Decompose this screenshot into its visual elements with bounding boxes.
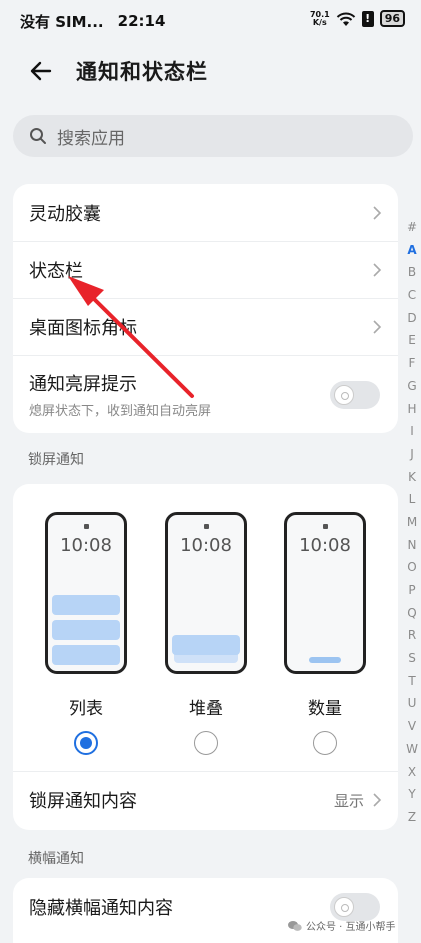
radio-list[interactable]: [74, 731, 98, 755]
phone-preview-stack[interactable]: 10:08: [165, 512, 247, 674]
index-letter[interactable]: G: [403, 375, 421, 398]
network-speed-unit: K/s: [312, 17, 327, 27]
index-letter[interactable]: E: [403, 329, 421, 352]
phone-preview-count[interactable]: 10:08: [284, 512, 366, 674]
index-letter[interactable]: Z: [403, 806, 421, 829]
row-dynamic-capsule[interactable]: 灵动胶囊: [13, 184, 398, 241]
wake-screen-toggle[interactable]: [330, 380, 380, 409]
lockscreen-style-previews: 10:08 10:08 10:08: [13, 512, 398, 674]
style-label-stack: 堆叠: [189, 699, 223, 719]
carrier-text: 没有 SIM...: [20, 12, 104, 31]
phone-preview-time: 10:08: [180, 535, 232, 556]
index-letter[interactable]: U: [403, 692, 421, 715]
row-value: 显示: [333, 791, 364, 810]
row-wake-screen-on-notification: 通知亮屏提示 熄屏状态下，收到通知自动亮屏: [13, 355, 398, 433]
row-label: 灵动胶囊: [29, 203, 101, 225]
index-letter[interactable]: W: [403, 738, 421, 761]
clock: 22:14: [117, 12, 166, 30]
row-lockscreen-content[interactable]: 锁屏通知内容 显示: [13, 771, 398, 828]
index-letter[interactable]: L: [403, 488, 421, 511]
notification-preview: [52, 595, 120, 615]
phone-preview-time: 10:08: [299, 535, 351, 556]
notification-preview: [52, 620, 120, 640]
row-label: 状态栏: [29, 261, 83, 282]
lock-icon: [323, 524, 328, 529]
lock-icon: [84, 524, 89, 529]
notification-count-bar: [309, 657, 341, 663]
battery-icon: 96: [379, 10, 405, 27]
row-label: 通知亮屏提示: [29, 374, 137, 395]
index-letter[interactable]: O: [403, 556, 421, 579]
index-letter[interactable]: T: [403, 670, 421, 693]
index-letter[interactable]: A: [403, 239, 421, 262]
row-app-icon-badge[interactable]: 桌面图标角标: [13, 298, 398, 355]
row-label: 桌面图标角标: [29, 318, 137, 339]
index-letter[interactable]: S: [403, 647, 421, 670]
network-speed: 70.1 K/s: [310, 10, 330, 27]
index-letter[interactable]: R: [403, 624, 421, 647]
phone-preview-time: 10:08: [60, 535, 112, 556]
index-letter[interactable]: C: [403, 284, 421, 307]
wifi-icon: [336, 12, 355, 26]
style-label-count: 数量: [308, 699, 342, 719]
style-label-list: 列表: [69, 699, 103, 719]
chevron-right-icon: [373, 793, 382, 807]
alert-icon: !: [361, 10, 374, 27]
index-letter[interactable]: I: [403, 420, 421, 443]
index-letter[interactable]: B: [403, 261, 421, 284]
index-letter[interactable]: J: [403, 443, 421, 466]
lock-icon: [204, 524, 209, 529]
search-placeholder: 搜索应用: [57, 128, 125, 149]
page-header: 通知和状态栏: [0, 46, 421, 94]
index-letter[interactable]: K: [403, 466, 421, 489]
toggle-knob: [334, 384, 354, 405]
wechat-icon: [288, 920, 302, 931]
row-sublabel: 熄屏状态下，收到通知自动亮屏: [29, 404, 212, 419]
row-label: 锁屏通知内容: [29, 791, 137, 812]
index-letter[interactable]: D: [403, 307, 421, 330]
banner-notification-card: 隐藏横幅通知内容: [13, 878, 398, 943]
watermark-text: 公众号 · 互通小帮手: [306, 922, 396, 933]
index-letter[interactable]: P: [403, 579, 421, 602]
search-input[interactable]: 搜索应用: [13, 115, 413, 157]
search-icon: [30, 128, 46, 144]
radio-stack[interactable]: [194, 731, 218, 755]
chevron-right-icon: [373, 205, 382, 220]
index-letter[interactable]: H: [403, 398, 421, 421]
status-icons: 70.1 K/s ! 96: [310, 10, 405, 27]
notification-settings-card: 灵动胶囊 状态栏 桌面图标角标 通知亮屏提示 熄屏状态下，收到通知自动亮屏: [13, 184, 398, 433]
index-letter[interactable]: #: [403, 216, 421, 239]
index-letter[interactable]: N: [403, 534, 421, 557]
status-bar: 没有 SIM... 22:14 70.1 K/s ! 96: [0, 0, 421, 42]
phone-preview-list[interactable]: 10:08: [45, 512, 127, 674]
hide-banner-toggle[interactable]: [330, 892, 380, 921]
notification-preview: [172, 635, 240, 655]
back-arrow-icon[interactable]: [28, 58, 54, 84]
row-label: 隐藏横幅通知内容: [29, 897, 173, 919]
row-status-bar[interactable]: 状态栏: [13, 241, 398, 298]
section-title-lockscreen: 锁屏通知: [28, 452, 84, 468]
index-letter[interactable]: Q: [403, 602, 421, 625]
chevron-right-icon: [373, 263, 382, 277]
index-letter[interactable]: M: [403, 511, 421, 534]
chevron-right-icon: [373, 320, 382, 334]
watermark: 公众号 · 互通小帮手: [288, 918, 396, 933]
index-letter[interactable]: X: [403, 761, 421, 784]
radio-count[interactable]: [313, 731, 337, 755]
index-letter[interactable]: Y: [403, 783, 421, 806]
section-title-banner: 横幅通知: [28, 851, 84, 867]
toggle-knob: [334, 896, 354, 917]
index-letter[interactable]: F: [403, 352, 421, 375]
page-title: 通知和状态栏: [76, 60, 208, 84]
alphabet-index-bar[interactable]: # A B C D E F G H I J K L M N O P Q R S T U V W X Y Z: [403, 216, 421, 829]
lockscreen-notification-card: 10:08 10:08 10:08 列表 堆叠 数量 锁屏通知内容 显示: [13, 484, 398, 830]
index-letter[interactable]: V: [403, 715, 421, 738]
notification-preview: [52, 645, 120, 665]
